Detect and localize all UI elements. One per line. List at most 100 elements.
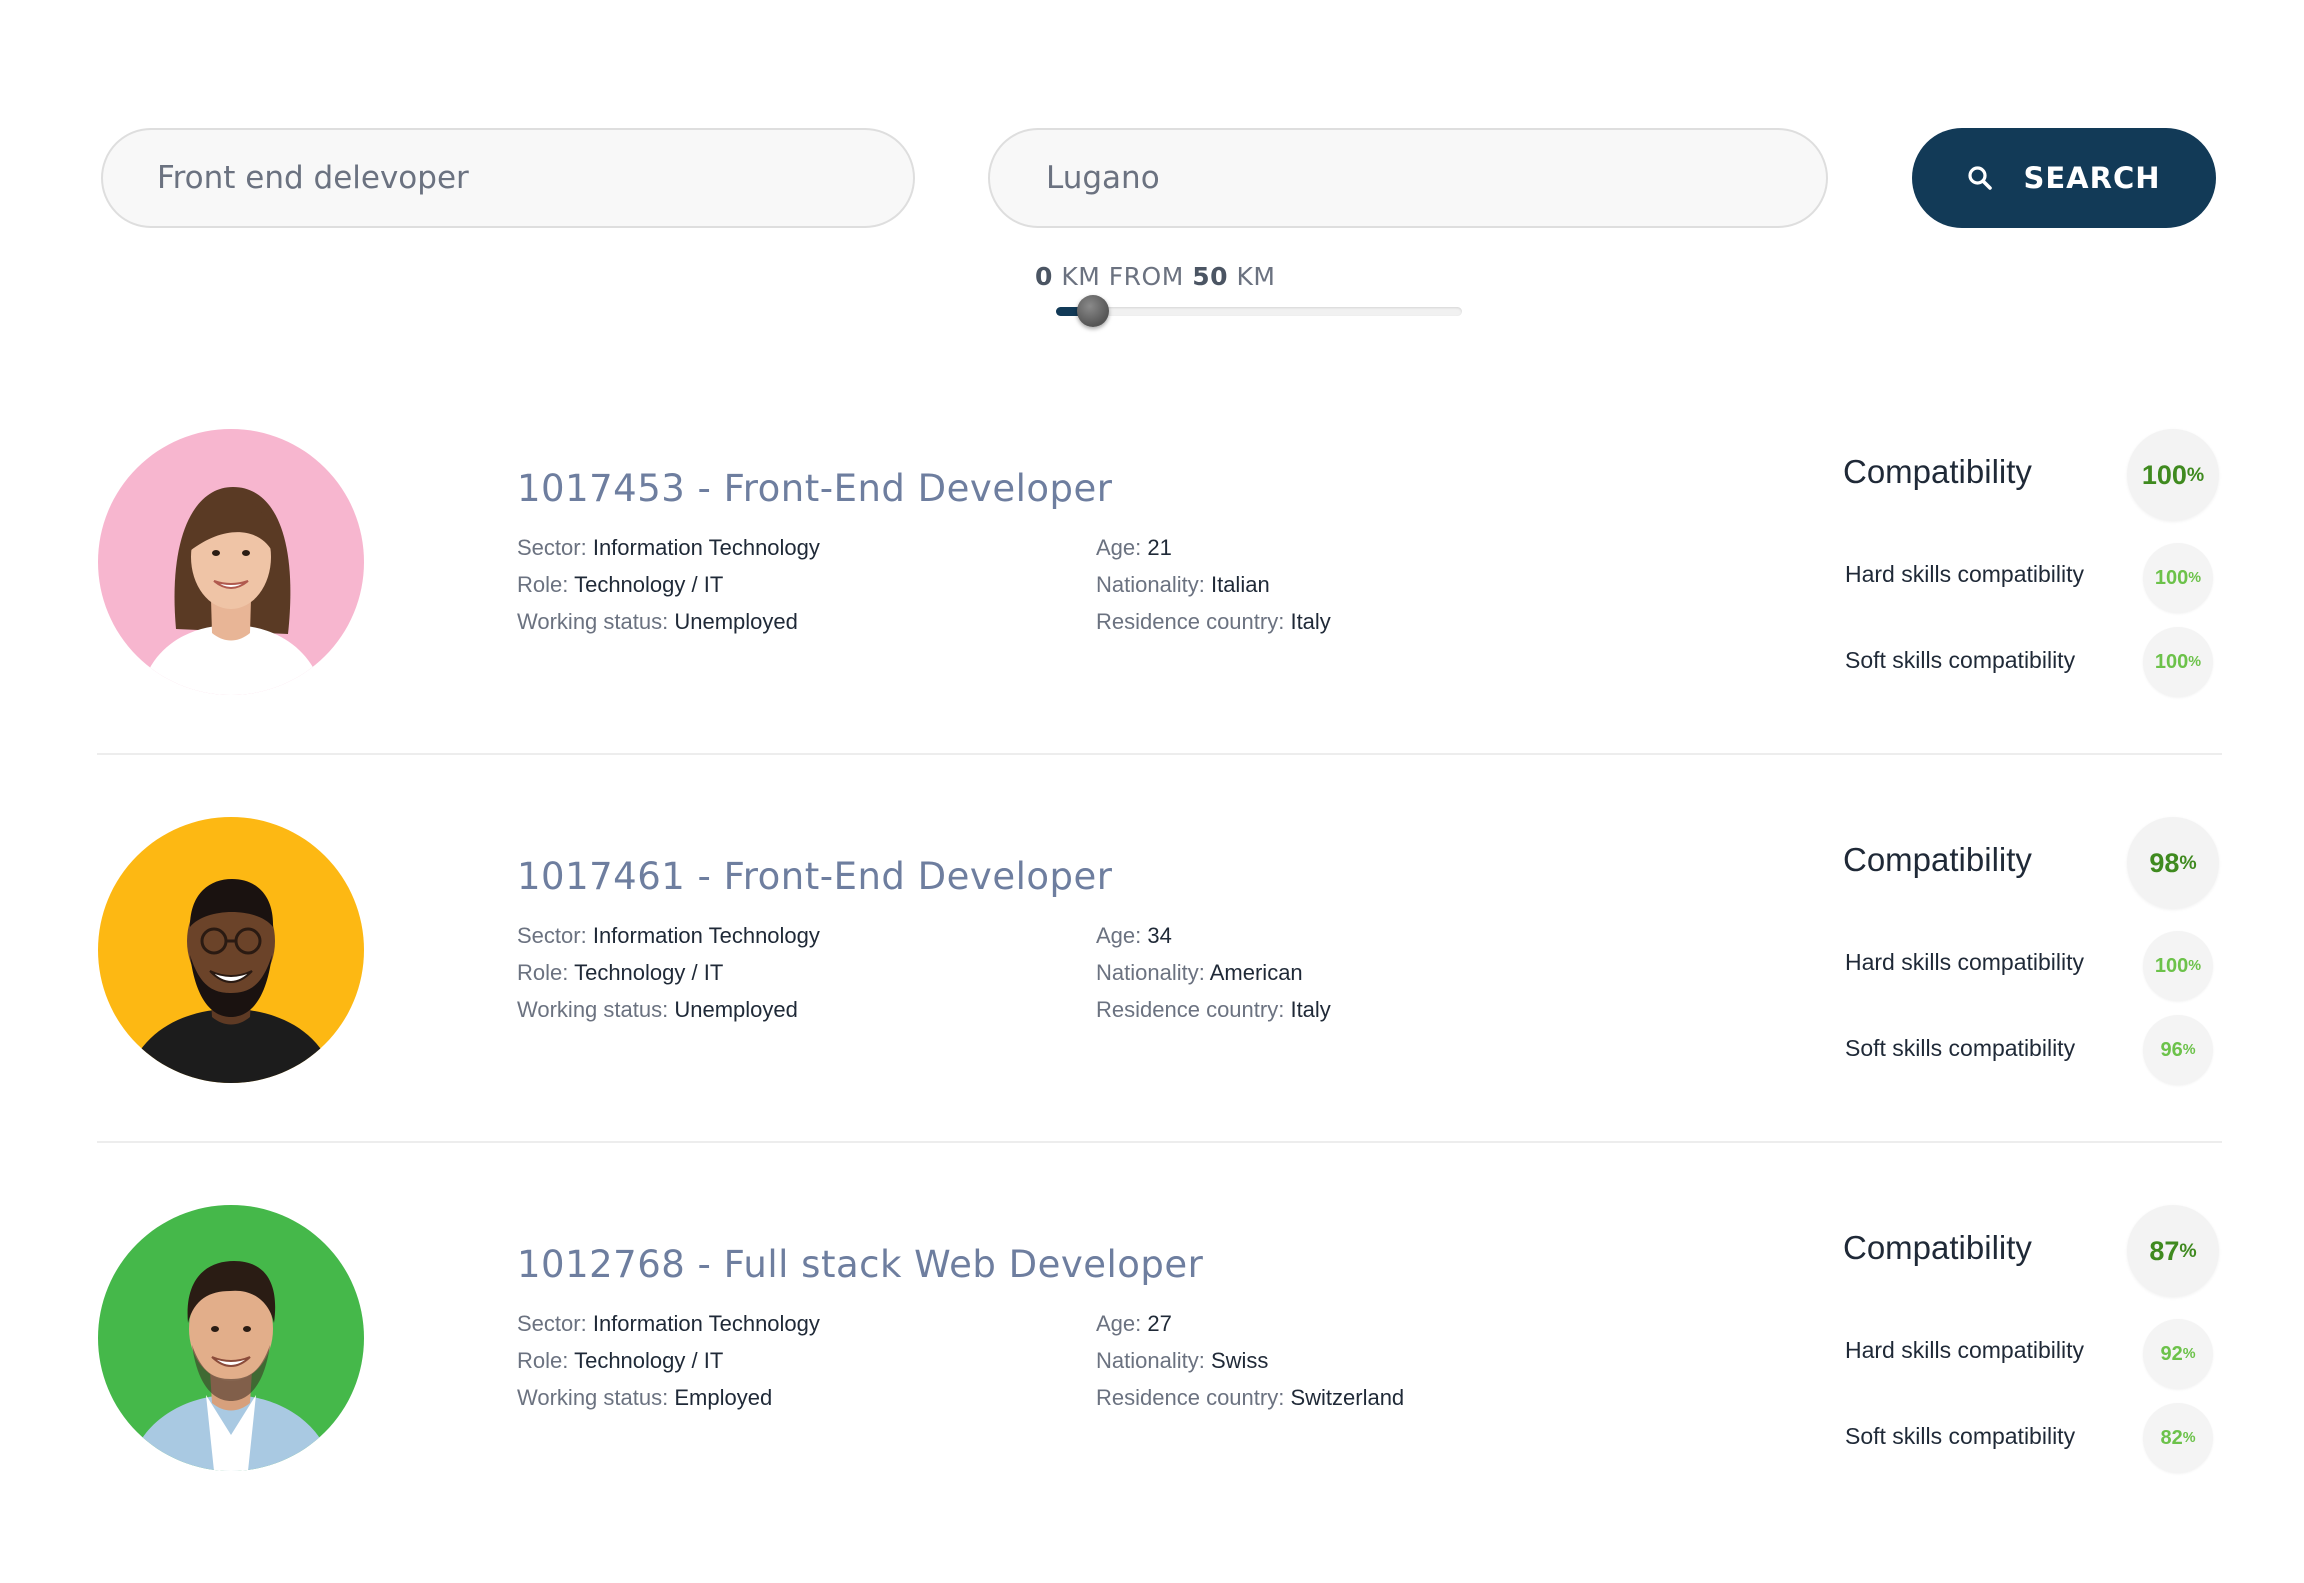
distance-slider-handle[interactable] [1076, 295, 1109, 327]
working-status-row: Working status: Employed [517, 1379, 820, 1416]
soft-skills-score-badge: 100% [2143, 627, 2213, 697]
residence-row: Residence country: Italy [1096, 603, 1331, 640]
nationality-value: Swiss [1210, 1348, 1269, 1373]
soft-skills-label: Soft skills compatibility [1845, 1423, 2076, 1449]
range-min-value: 0 [1035, 262, 1053, 291]
role-label: Role: [517, 572, 569, 597]
job-title-input[interactable] [157, 160, 913, 196]
sector-label: Sector: [517, 535, 587, 560]
job-title-field[interactable] [101, 128, 915, 228]
candidate-title[interactable]: 1017461 - Front-End Developer [517, 855, 1112, 898]
role-row: Role: Technology / IT [517, 1342, 820, 1379]
nationality-label: Nationality: [1096, 960, 1205, 985]
percent-sign: % [2188, 654, 2202, 670]
range-from-word: FROM [1108, 262, 1184, 291]
soft-skills-label: Soft skills compatibility [1845, 1035, 2076, 1061]
compatibility-score: 100 [2141, 459, 2187, 490]
soft-skills-label: Soft skills compatibility [1845, 647, 2076, 673]
compatibility-label: Compatibility [1843, 453, 2032, 490]
nationality-label: Nationality: [1096, 572, 1205, 597]
location-input[interactable] [1046, 160, 1826, 196]
compatibility-label: Compatibility [1843, 841, 2032, 878]
hard-skills-score-badge: 92% [2143, 1319, 2213, 1389]
distance-range-label: 0 KM FROM 50 KM [1035, 262, 1275, 291]
role-label: Role: [517, 1348, 569, 1373]
role-row: Role: Technology / IT [517, 566, 820, 603]
residence-label: Residence country: [1096, 997, 1285, 1022]
location-field[interactable] [988, 128, 1828, 228]
hard-skills-label: Hard skills compatibility [1845, 1337, 2085, 1363]
nationality-value: American [1209, 960, 1303, 985]
hard-skills-score-badge: 100% [2143, 543, 2213, 613]
avatar[interactable] [98, 429, 364, 695]
sector-value: Information Technology [592, 1311, 820, 1336]
working-status-row: Working status: Unemployed [517, 991, 820, 1028]
role-label: Role: [517, 960, 569, 985]
age-row: Age: 21 [1096, 529, 1331, 566]
percent-sign: % [2182, 1430, 2196, 1446]
age-value: 34 [1147, 923, 1172, 948]
residence-label: Residence country: [1096, 609, 1285, 634]
soft-skills-score: 100 [2154, 650, 2189, 673]
divider [97, 1141, 2222, 1143]
sector-label: Sector: [517, 1311, 587, 1336]
candidate-details-left: Sector: Information Technology Role: Tec… [517, 917, 820, 1028]
sector-value: Information Technology [592, 535, 820, 560]
nationality-row: Nationality: Swiss [1096, 1342, 1404, 1379]
working-status-value: Unemployed [674, 997, 798, 1022]
age-row: Age: 27 [1096, 1305, 1404, 1342]
nationality-row: Nationality: American [1096, 954, 1331, 991]
age-row: Age: 34 [1096, 917, 1331, 954]
percent-sign: % [2188, 958, 2202, 974]
role-value: Technology / IT [574, 572, 724, 597]
residence-value: Switzerland [1290, 1385, 1405, 1410]
compatibility-score-badge: 98% [2127, 817, 2219, 909]
role-row: Role: Technology / IT [517, 954, 820, 991]
candidate-details-right: Age: 34 Nationality: American Residence … [1096, 917, 1331, 1028]
avatar[interactable] [98, 817, 364, 1083]
working-status-row: Working status: Unemployed [517, 603, 820, 640]
percent-sign: % [2186, 463, 2205, 486]
percent-sign: % [2182, 1042, 2196, 1058]
percent-sign: % [2179, 851, 2197, 874]
working-status-value: Unemployed [674, 609, 798, 634]
age-value: 21 [1147, 535, 1172, 560]
soft-skills-score: 96 [2160, 1038, 2183, 1061]
compatibility-score-badge: 87% [2127, 1205, 2219, 1297]
sector-row: Sector: Information Technology [517, 529, 820, 566]
residence-row: Residence country: Italy [1096, 991, 1331, 1028]
residence-label: Residence country: [1096, 1385, 1285, 1410]
candidate-title[interactable]: 1012768 - Full stack Web Developer [517, 1243, 1203, 1286]
age-label: Age: [1096, 535, 1142, 560]
candidate-card: 1017461 - Front-End Developer Sector: In… [0, 805, 2304, 1195]
distance-slider-track[interactable] [1056, 307, 1462, 316]
search-button[interactable]: SEARCH [1912, 128, 2216, 228]
residence-row: Residence country: Switzerland [1096, 1379, 1404, 1416]
candidate-details-right: Age: 21 Nationality: Italian Residence c… [1096, 529, 1331, 640]
percent-sign: % [2182, 1346, 2196, 1362]
candidate-title[interactable]: 1017453 - Front-End Developer [517, 467, 1112, 510]
residence-value: Italy [1290, 997, 1331, 1022]
soft-skills-score-badge: 96% [2143, 1015, 2213, 1085]
working-status-label: Working status: [517, 1385, 669, 1410]
hard-skills-score-badge: 100% [2143, 931, 2213, 1001]
working-status-label: Working status: [517, 609, 669, 634]
soft-skills-score-badge: 82% [2143, 1403, 2213, 1473]
divider [97, 753, 2222, 755]
age-label: Age: [1096, 1311, 1142, 1336]
compatibility-label: Compatibility [1843, 1229, 2032, 1266]
hard-skills-label: Hard skills compatibility [1845, 949, 2085, 975]
role-value: Technology / IT [574, 960, 724, 985]
avatar[interactable] [98, 1205, 364, 1471]
nationality-row: Nationality: Italian [1096, 566, 1331, 603]
age-value: 27 [1147, 1311, 1172, 1336]
search-bar: SEARCH 0 KM FROM 50 KM [0, 0, 2304, 340]
sector-row: Sector: Information Technology [517, 1305, 820, 1342]
hard-skills-score: 100 [2154, 566, 2189, 589]
range-min-unit: KM [1061, 262, 1101, 291]
candidate-details-left: Sector: Information Technology Role: Tec… [517, 1305, 820, 1416]
hard-skills-label: Hard skills compatibility [1845, 561, 2085, 587]
nationality-label: Nationality: [1096, 1348, 1205, 1373]
working-status-value: Employed [674, 1385, 773, 1410]
hard-skills-score: 100 [2154, 954, 2189, 977]
